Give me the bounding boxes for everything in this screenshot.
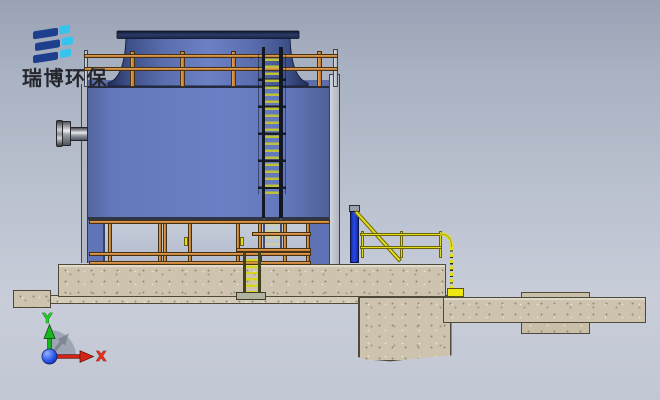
basin-left-leg[interactable] — [88, 220, 104, 263]
hose-curve[interactable] — [438, 228, 458, 250]
basin-right-panel[interactable] — [308, 220, 329, 265]
fan-stack-rim[interactable] — [117, 31, 299, 39]
right-foundation-beam[interactable] — [443, 297, 646, 323]
scaffold-post[interactable] — [306, 220, 310, 264]
hose-drop-dashed[interactable] — [450, 247, 453, 289]
scaffold-toe-rail[interactable] — [89, 261, 311, 265]
access-ladder-footing[interactable] — [236, 292, 266, 300]
access-ladder-rail-right[interactable] — [258, 252, 261, 297]
scaffold-short-rail[interactable] — [236, 248, 311, 252]
platform-guardrail-top-rail[interactable] — [360, 233, 442, 237]
brand-logo-mark-icon — [32, 22, 78, 65]
scaffold-post[interactable] — [158, 220, 162, 264]
deep-foundation-block[interactable] — [358, 296, 452, 362]
cad-viewport: Y X 瑞博环保 — [0, 0, 660, 400]
ladder-rungs[interactable] — [265, 54, 279, 194]
logo-stripe-cyan — [59, 25, 70, 35]
brand-logo-text: 瑞博环保 — [22, 62, 108, 91]
hose-end-block[interactable] — [447, 288, 464, 298]
logo-stripe-dark — [33, 28, 58, 40]
scaffold-top-rail[interactable] — [89, 220, 330, 224]
scaffold-clamp — [240, 237, 244, 246]
pipe-flange-neck[interactable] — [70, 127, 88, 142]
scaffold-post[interactable] — [188, 220, 192, 264]
x-axis-label: X — [96, 349, 107, 365]
tower-left-wall-edge[interactable] — [81, 84, 88, 263]
access-ladder-rungs[interactable] — [246, 255, 258, 295]
logo-stripe-cyan — [60, 48, 71, 58]
tower-right-corner-column[interactable] — [329, 74, 340, 265]
origin-ball[interactable] — [42, 349, 57, 364]
scaffold-mid-rail[interactable] — [89, 252, 311, 256]
logo-stripe-dark — [35, 39, 60, 51]
scaffold-post[interactable] — [108, 220, 112, 264]
y-axis-label: Y — [42, 311, 53, 327]
ladder-rail-right[interactable] — [279, 47, 283, 218]
scaffold-post[interactable] — [283, 220, 287, 264]
logo-stripe-cyan — [62, 36, 73, 46]
orientation-triad[interactable]: Y X — [18, 298, 118, 380]
brand-logo: 瑞博环保 — [0, 0, 130, 95]
platform-guardrail-mid-rail[interactable] — [360, 246, 442, 249]
tower-body-panel[interactable] — [88, 88, 331, 217]
scaffold-post[interactable] — [163, 220, 167, 264]
platform-post[interactable] — [350, 211, 359, 263]
scaffold-clamp — [184, 237, 188, 246]
scaffold-short-rail[interactable] — [252, 232, 311, 236]
